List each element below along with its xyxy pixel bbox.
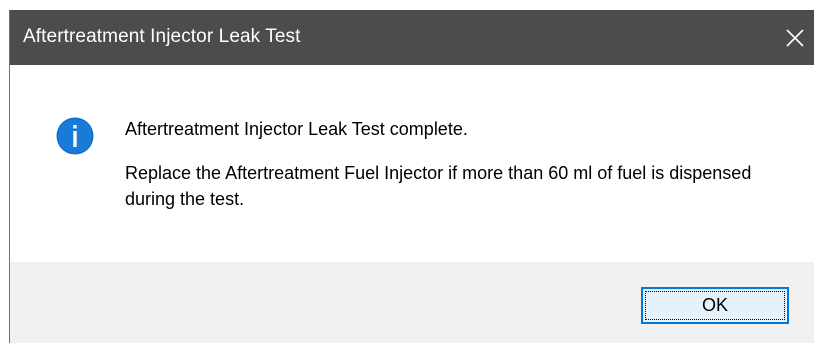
- message-text: Aftertreatment Injector Leak Test comple…: [125, 116, 785, 212]
- focus-rectangle: [645, 291, 785, 320]
- window-title: Aftertreatment Injector Leak Test: [23, 26, 301, 47]
- close-icon: [786, 28, 804, 47]
- info-icon: [56, 117, 94, 155]
- message-line-2: Replace the Aftertreatment Fuel Injector…: [125, 163, 752, 209]
- dialog-content: Aftertreatment Injector Leak Test comple…: [10, 65, 814, 262]
- message-line-1: Aftertreatment Injector Leak Test comple…: [125, 119, 468, 139]
- title-bar[interactable]: Aftertreatment Injector Leak Test: [10, 10, 814, 65]
- message-dialog: Aftertreatment Injector Leak Test Aftert…: [9, 10, 814, 343]
- ok-button[interactable]: OK: [641, 287, 789, 324]
- close-button[interactable]: [776, 10, 814, 65]
- button-bar: OK: [10, 262, 814, 343]
